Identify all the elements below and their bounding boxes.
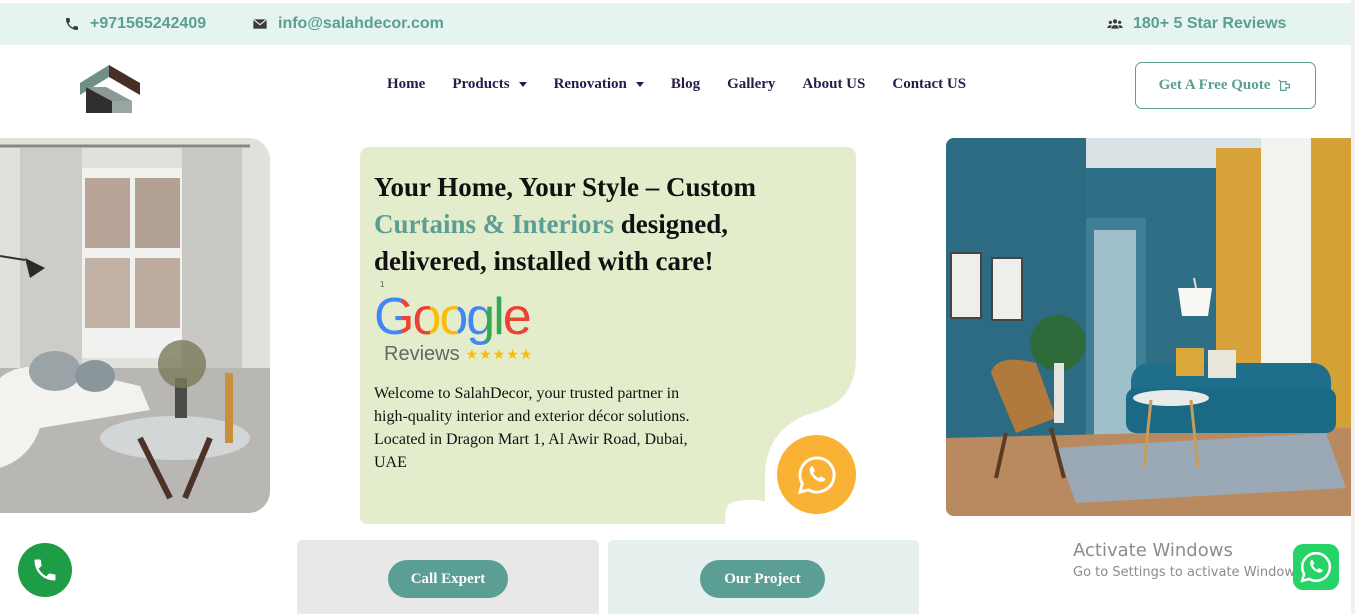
google-reviews-label: Reviews bbox=[384, 343, 460, 365]
call-expert-panel: Call Expert bbox=[297, 540, 599, 614]
email-address: info@salahdecor.com bbox=[278, 15, 444, 32]
topbar-reviews: 180+ 5 Star Reviews bbox=[1107, 15, 1286, 33]
nav-contact[interactable]: Contact US bbox=[892, 76, 966, 93]
activate-windows-title: Activate Windows bbox=[1073, 540, 1233, 561]
google-wordmark: Google bbox=[374, 287, 574, 347]
nav-gallery-label: Gallery bbox=[727, 76, 776, 92]
our-project-label: Our Project bbox=[724, 570, 801, 587]
users-icon bbox=[1107, 19, 1123, 29]
hero-image-right bbox=[946, 138, 1351, 516]
google-reviews-badge[interactable]: Google Reviews ★★★★★ bbox=[374, 287, 574, 371]
whatsapp-icon bbox=[797, 455, 836, 494]
nav-renovation-label: Renovation bbox=[553, 76, 627, 92]
hero-headline: Your Home, Your Style – Custom Curtains … bbox=[374, 169, 844, 280]
call-expert-button[interactable]: Call Expert bbox=[388, 560, 508, 598]
five-stars-icon: ★★★★★ bbox=[465, 346, 534, 362]
hero-image-left bbox=[0, 138, 270, 513]
nav-products[interactable]: Products bbox=[452, 76, 527, 93]
headline-part1: Your Home, Your Style – Custom bbox=[374, 172, 757, 202]
activate-windows-subtitle: Go to Settings to activate Windows. bbox=[1073, 565, 1306, 580]
topbar-email[interactable]: info@salahdecor.com bbox=[252, 15, 444, 33]
nav-about[interactable]: About US bbox=[802, 76, 865, 93]
welcome-text: Welcome to SalahDecor, your trusted part… bbox=[374, 385, 690, 471]
nav-gallery[interactable]: Gallery bbox=[727, 76, 775, 93]
caret-down-icon bbox=[635, 82, 644, 87]
phone-icon bbox=[66, 18, 78, 30]
topbar-phone[interactable]: +971565242409 bbox=[64, 15, 206, 33]
site-header: Home Products Renovation Blog Gallery Ab… bbox=[0, 45, 1355, 133]
nav-renovation[interactable]: Renovation bbox=[554, 76, 644, 93]
nav-products-label: Products bbox=[452, 76, 510, 92]
nav-contact-label: Contact US bbox=[892, 76, 967, 92]
free-quote-label: Get A Free Quote bbox=[1158, 77, 1271, 93]
our-project-panel: Our Project bbox=[608, 540, 919, 614]
top-contact-bar: +971565242409 info@salahdecor.com 180+ 5… bbox=[0, 3, 1355, 45]
our-project-button[interactable]: Our Project bbox=[700, 560, 825, 598]
call-expert-label: Call Expert bbox=[410, 570, 486, 587]
headline-accent: Curtains & Interiors bbox=[374, 209, 614, 239]
nav-home[interactable]: Home bbox=[387, 76, 425, 93]
reviews-count: 180+ 5 Star Reviews bbox=[1133, 15, 1287, 32]
caret-down-icon bbox=[518, 82, 527, 87]
whatsapp-chat-button[interactable] bbox=[777, 435, 856, 514]
floating-whatsapp-button[interactable] bbox=[1293, 544, 1339, 590]
activate-windows-watermark: Activate Windows Go to Settings to activ… bbox=[1073, 540, 1306, 580]
salahdecor-logo[interactable] bbox=[76, 57, 142, 113]
phone-number: +971565242409 bbox=[90, 15, 207, 32]
main-nav: Home Products Renovation Blog Gallery Ab… bbox=[387, 76, 993, 93]
google-word: Google bbox=[374, 288, 532, 346]
hand-pointer-icon bbox=[1278, 78, 1291, 91]
nav-home-label: Home bbox=[387, 76, 426, 92]
nav-about-label: About US bbox=[802, 76, 866, 92]
floating-call-button[interactable] bbox=[18, 543, 72, 597]
envelope-icon bbox=[252, 18, 268, 29]
free-quote-button[interactable]: Get A Free Quote bbox=[1135, 62, 1316, 109]
whatsapp-icon bbox=[1300, 551, 1332, 583]
nav-blog-label: Blog bbox=[670, 76, 701, 92]
nav-blog[interactable]: Blog bbox=[671, 76, 700, 93]
page-scrollbar[interactable] bbox=[1351, 0, 1355, 614]
phone-icon bbox=[34, 559, 56, 581]
